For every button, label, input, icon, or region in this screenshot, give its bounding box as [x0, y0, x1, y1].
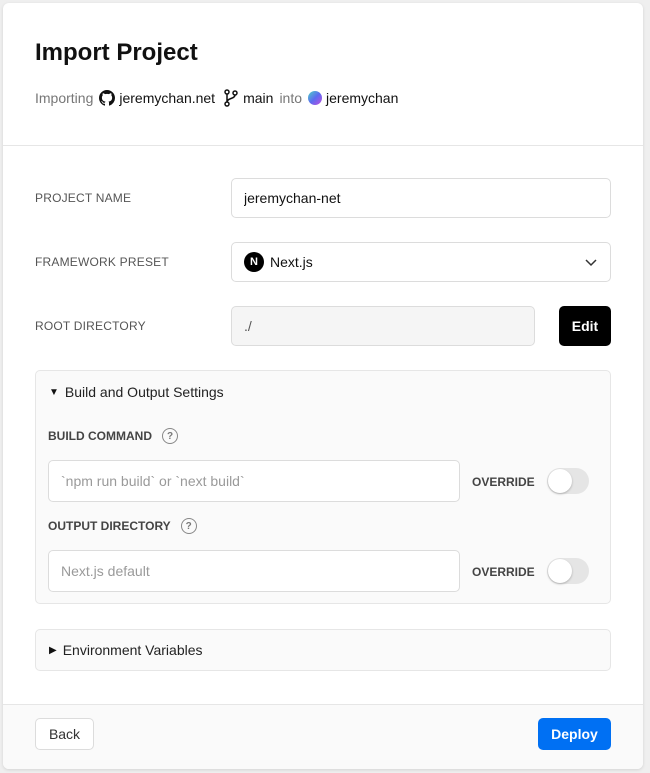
build-command-row-label: BUILD COMMAND ? [48, 428, 178, 444]
branch-name[interactable]: main [243, 90, 273, 106]
git-branch-icon [223, 89, 239, 107]
output-directory-input[interactable] [48, 550, 460, 592]
project-name-label: PROJECT NAME [35, 191, 132, 205]
import-project-card: Import Project Importing jeremychan.net … [3, 3, 643, 769]
card-footer: Back Deploy [3, 704, 643, 769]
build-command-override-label: OVERRIDE [472, 475, 535, 489]
environment-variables-toggle[interactable]: ▶ Environment Variables [49, 642, 203, 658]
back-button[interactable]: Back [35, 718, 94, 750]
root-directory-value: ./ [244, 318, 252, 334]
import-source: Importing jeremychan.net main into jerem… [35, 88, 398, 108]
root-directory-label: ROOT DIRECTORY [35, 319, 146, 333]
environment-variables-panel[interactable]: ▶ Environment Variables [35, 629, 611, 671]
framework-preset-label: FRAMEWORK PRESET [35, 255, 169, 269]
into-label: into [279, 90, 303, 106]
importing-label: Importing [35, 90, 94, 106]
build-output-settings-panel: ▼ Build and Output Settings BUILD COMMAN… [35, 370, 611, 604]
help-icon[interactable]: ? [180, 518, 197, 534]
card-header: Import Project Importing jeremychan.net … [3, 3, 643, 146]
framework-preset-value: Next.js [270, 254, 313, 270]
triangle-right-icon: ▶ [49, 644, 57, 656]
environment-variables-title: Environment Variables [62, 642, 203, 658]
repo-name[interactable]: jeremychan.net [119, 90, 215, 106]
scope-avatar-icon [308, 91, 323, 105]
nextjs-logo-icon: N [244, 252, 264, 272]
build-output-settings-toggle[interactable]: ▼ Build and Output Settings [49, 384, 224, 400]
help-icon[interactable]: ? [162, 428, 178, 444]
toggle-knob [548, 469, 572, 493]
root-directory-input: ./ [231, 306, 535, 346]
output-directory-override-toggle[interactable] [547, 558, 589, 584]
chevron-down-icon [584, 255, 598, 272]
deploy-button[interactable]: Deploy [538, 718, 611, 750]
toggle-knob [548, 559, 572, 583]
github-icon [99, 90, 116, 106]
scope-name[interactable]: jeremychan [326, 90, 398, 106]
edit-root-directory-button[interactable]: Edit [559, 306, 611, 346]
build-output-settings-title: Build and Output Settings [64, 384, 224, 400]
output-directory-row-label: OUTPUT DIRECTORY ? [48, 518, 197, 534]
triangle-down-icon: ▼ [49, 386, 59, 398]
build-command-override-toggle[interactable] [547, 468, 589, 494]
framework-preset-select[interactable]: N Next.js [231, 242, 611, 282]
build-command-input[interactable] [48, 460, 460, 502]
project-name-input[interactable] [231, 178, 611, 218]
output-directory-label: OUTPUT DIRECTORY [48, 519, 171, 533]
build-command-label: BUILD COMMAND [48, 429, 152, 443]
page-title: Import Project [35, 39, 198, 66]
output-directory-override-label: OVERRIDE [472, 565, 535, 579]
